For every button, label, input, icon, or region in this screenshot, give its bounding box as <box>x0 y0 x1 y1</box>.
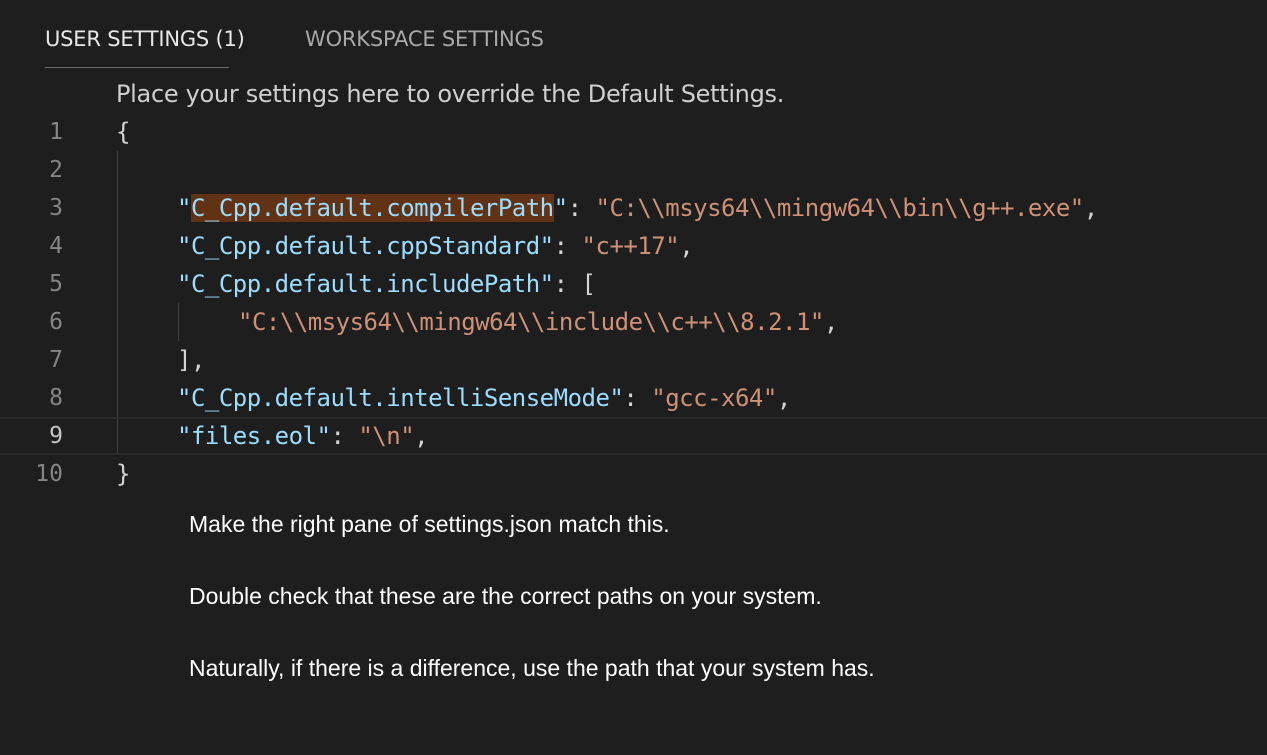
settings-tab-bar: USER SETTINGS (1) WORKSPACE SETTINGS <box>0 0 1267 70</box>
line-content: "C:\\msys64\\mingw64\\include\\c++\\8.2.… <box>238 303 838 341</box>
json-key: "C_Cpp.default.includePath" <box>177 270 554 298</box>
line-content: "C_Cpp.default.intelliSenseMode": "gcc-x… <box>177 379 791 417</box>
code-line-9-current[interactable]: 9 "files.eol": "\n", <box>0 417 1267 455</box>
json-separator: : <box>567 194 596 222</box>
line-number: 7 <box>49 347 63 373</box>
code-line-5[interactable]: 5 "C_Cpp.default.includePath": [ <box>0 265 1267 303</box>
line-number: 5 <box>49 271 63 297</box>
json-key: "C_Cpp.default.cppStandard" <box>177 232 554 260</box>
code-line-2[interactable]: 2 <box>0 151 1267 189</box>
json-key-quote: " <box>177 194 191 222</box>
code-line-3[interactable]: 3 "C_Cpp.default.compilerPath": "C:\\msy… <box>0 189 1267 227</box>
line-content: } <box>116 455 130 493</box>
close-bracket: ], <box>177 346 205 374</box>
line-content: "C_Cpp.default.compilerPath": "C:\\msys6… <box>177 189 1098 227</box>
line-number: 2 <box>49 157 63 183</box>
json-value: "\n" <box>358 422 415 450</box>
settings-placeholder-text: Place your settings here to override the… <box>116 80 785 108</box>
json-value: "C:\\msys64\\mingw64\\include\\c++\\8.2.… <box>238 308 824 336</box>
json-separator: : <box>553 270 582 298</box>
json-comma: , <box>414 422 429 450</box>
line-number: 10 <box>35 461 63 487</box>
json-comma: , <box>1083 194 1098 222</box>
line-number: 8 <box>49 385 63 411</box>
json-key-quote: " <box>553 194 568 222</box>
json-value: "C:\\msys64\\mingw64\\bin\\g++.exe" <box>595 194 1085 222</box>
annotation-text: Double check that these are the correct … <box>189 583 822 609</box>
line-number: 1 <box>49 119 63 145</box>
json-key: "C_Cpp.default.intelliSenseMode" <box>177 384 624 412</box>
code-line-7[interactable]: 7 ], <box>0 341 1267 379</box>
json-value: "c++17" <box>581 232 680 260</box>
json-separator: : <box>623 384 652 412</box>
line-number: 6 <box>49 309 63 335</box>
json-separator: : <box>330 422 359 450</box>
json-value: "gcc-x64" <box>651 384 777 412</box>
line-content: ], <box>177 341 205 379</box>
line-number: 4 <box>49 233 63 259</box>
json-comma: , <box>823 308 838 336</box>
line-number: 9 <box>49 423 63 449</box>
line-content: { <box>116 113 130 151</box>
tab-workspace-settings[interactable]: WORKSPACE SETTINGS <box>305 27 544 51</box>
code-line-10[interactable]: 10 } <box>0 455 1267 493</box>
annotation-text: Naturally, if there is a difference, use… <box>189 655 875 681</box>
code-line-4[interactable]: 4 "C_Cpp.default.cppStandard": "c++17", <box>0 227 1267 265</box>
code-line-8[interactable]: 8 "C_Cpp.default.intelliSenseMode": "gcc… <box>0 379 1267 417</box>
json-separator: : <box>553 232 582 260</box>
json-comma: , <box>776 384 791 412</box>
open-bracket: [ <box>581 270 596 298</box>
close-brace: } <box>116 460 130 488</box>
json-comma: , <box>679 232 694 260</box>
active-tab-indicator <box>45 67 229 68</box>
json-key-highlighted: C_Cpp.default.compilerPath <box>190 194 554 222</box>
line-content: "files.eol": "\n", <box>177 419 429 453</box>
open-brace: { <box>116 118 130 146</box>
tab-user-settings[interactable]: USER SETTINGS (1) <box>45 27 245 51</box>
line-content: "C_Cpp.default.cppStandard": "c++17", <box>177 227 694 265</box>
json-key: "files.eol" <box>177 422 331 450</box>
line-number: 3 <box>49 195 63 221</box>
code-line-1[interactable]: 1 { <box>0 113 1267 151</box>
line-content: "C_Cpp.default.includePath": [ <box>177 265 596 303</box>
annotation-text: Make the right pane of settings.json mat… <box>189 511 670 537</box>
code-line-6[interactable]: 6 "C:\\msys64\\mingw64\\include\\c++\\8.… <box>0 303 1267 341</box>
